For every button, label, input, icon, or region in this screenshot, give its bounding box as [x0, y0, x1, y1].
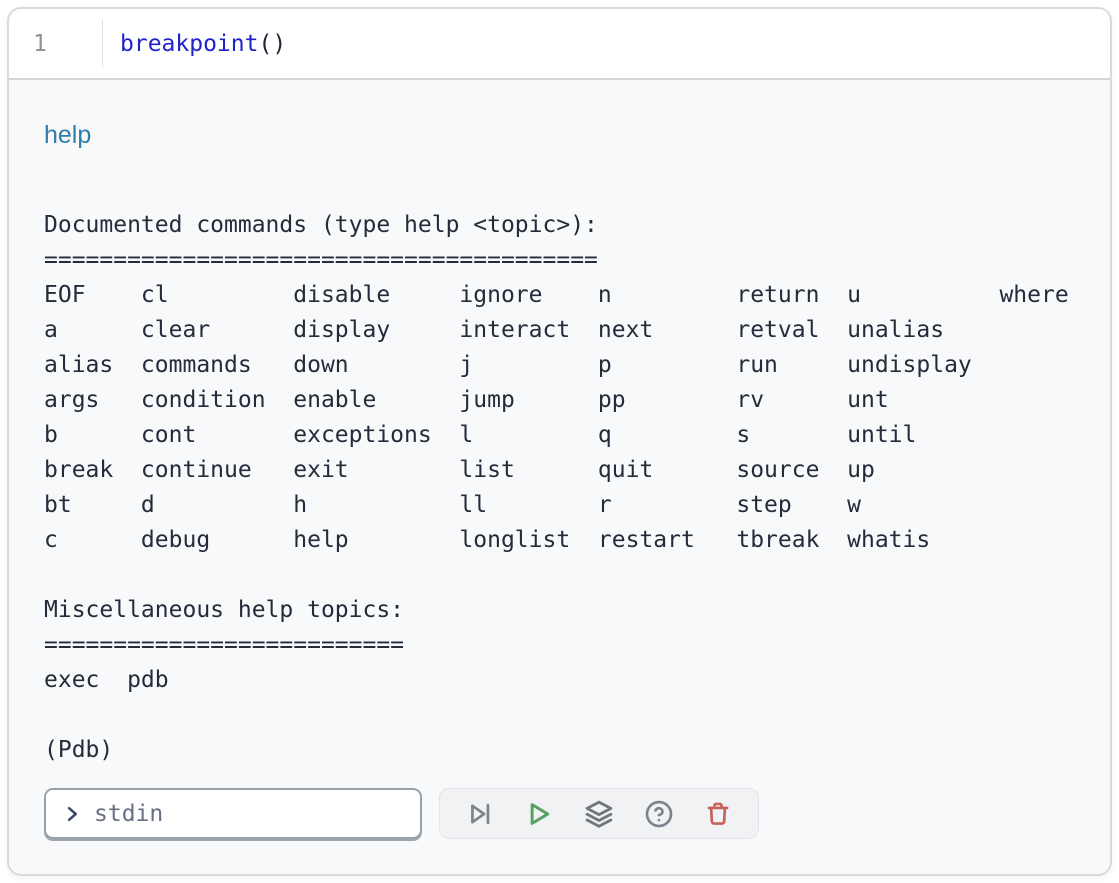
play-icon: [524, 799, 554, 829]
skip-forward-icon: [466, 800, 494, 828]
toolbar: [439, 788, 759, 839]
line-number: 1: [33, 31, 47, 57]
run-button[interactable]: [517, 792, 561, 836]
code-punct-token: (): [258, 31, 286, 57]
console-input-echo: help: [44, 120, 1075, 150]
console-io-row: [44, 788, 1075, 839]
pdb-help-output: Documented commands (type help <topic>):…: [44, 208, 1075, 768]
question-circle-icon: [644, 799, 674, 829]
line-number-gutter: 1: [9, 9, 102, 78]
code-line[interactable]: breakpoint(): [103, 9, 1110, 78]
console-panel: help Documented commands (type help <top…: [9, 80, 1110, 839]
stdin-input[interactable]: [94, 801, 408, 827]
skip-forward-button[interactable]: [458, 792, 502, 836]
code-builtin-token: breakpoint: [120, 31, 258, 57]
clear-button[interactable]: [696, 792, 740, 836]
help-button[interactable]: [637, 792, 681, 836]
app-frame: 1 breakpoint() help Documented commands …: [7, 7, 1112, 876]
trash-icon: [704, 800, 732, 828]
layers-icon: [584, 799, 614, 829]
prompt-chevron-icon: [62, 804, 82, 824]
layers-button[interactable]: [577, 792, 621, 836]
code-editor: 1 breakpoint(): [9, 9, 1110, 80]
stdin-box[interactable]: [44, 788, 422, 839]
